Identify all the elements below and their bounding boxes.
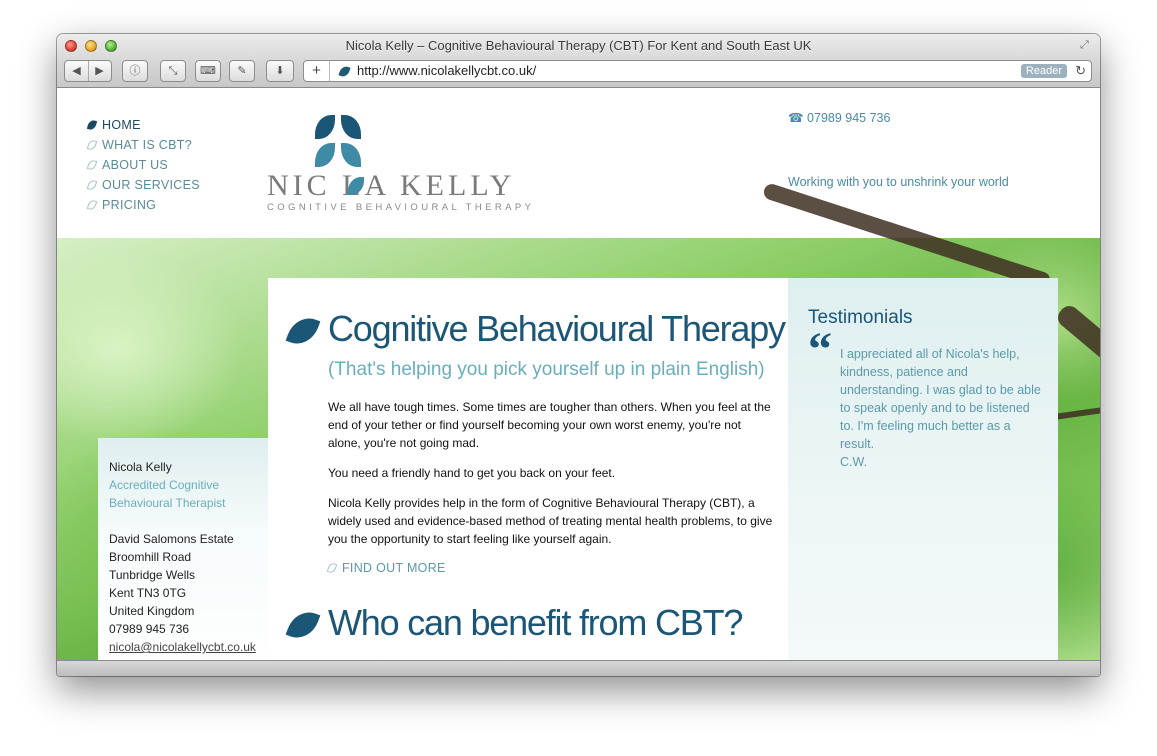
- contact-role: Accredited Cognitive: [109, 478, 220, 492]
- leaf-bullet-icon: [86, 199, 98, 211]
- logo-subtitle: COGNITIVE BEHAVIOURAL THERAPY: [267, 202, 535, 213]
- status-bar: [57, 660, 1100, 676]
- page-subheading: (That's helping you pick yourself up in …: [328, 359, 765, 380]
- testimonial-quote: I appreciated all of Nicola's help, kind…: [840, 345, 1045, 471]
- section-heading: Who can benefit from CBT?: [328, 602, 743, 643]
- heading-leaf-icon: [285, 606, 321, 644]
- address-line: Broomhill Road: [109, 550, 192, 564]
- header-phone[interactable]: ☎ 07989 945 736: [788, 110, 890, 125]
- address-line: David Salomons Estate: [109, 532, 234, 546]
- leaf-bullet-icon: [86, 119, 98, 131]
- branch: [761, 182, 1053, 290]
- intro-paragraph: Nicola Kelly provides help in the form o…: [328, 496, 773, 546]
- logo-leaf-icon: [315, 115, 335, 139]
- url-text[interactable]: http://www.nicolakellycbt.co.uk/: [357, 61, 536, 81]
- nav-item-pricing[interactable]: PRICING: [86, 195, 200, 215]
- intro-paragraph: We all have tough times. Some times are …: [328, 400, 771, 450]
- logo-leaf-icon: [315, 143, 335, 167]
- testimonial-author: C.W.: [840, 455, 868, 469]
- contact-phone: 07989 945 736: [109, 622, 190, 636]
- contact-email-link[interactable]: nicola@nicolakellycbt.co.uk: [109, 640, 256, 654]
- new-tab-button[interactable]: +: [304, 61, 330, 81]
- window-title: Nicola Kelly – Cognitive Behavioural The…: [345, 38, 812, 53]
- leaf-bullet-icon: [86, 139, 98, 151]
- logo-leaf-icon: [341, 115, 361, 139]
- browser-window: Nicola Kelly – Cognitive Behavioural The…: [57, 34, 1100, 676]
- fullscreen-icon[interactable]: ⤢: [1080, 39, 1092, 51]
- address-line: United Kingdom: [109, 604, 195, 618]
- web-page: HOME WHAT IS CBT? ABOUT US OUR SERVICES …: [57, 89, 1100, 660]
- contact-panel: Nicola Kelly Accredited Cognitive Behavi…: [98, 438, 268, 660]
- testimonial-text: I appreciated all of Nicola's help, kind…: [840, 347, 1041, 451]
- leaf-bullet-icon: [326, 562, 338, 574]
- quote-mark-icon: “: [808, 323, 832, 376]
- download-button[interactable]: ⬇: [266, 60, 294, 82]
- main-nav: HOME WHAT IS CBT? ABOUT US OUR SERVICES …: [86, 115, 200, 215]
- forward-arrow-icon[interactable]: ▶: [89, 61, 111, 81]
- address-line: Tunbridge Wells: [109, 568, 196, 582]
- info-button[interactable]: ⓘ: [122, 60, 148, 82]
- nav-item-home[interactable]: HOME: [86, 115, 200, 135]
- site-logo[interactable]: NIC LA KELLY COGNITIVE BEHAVIOURAL THERA…: [267, 113, 547, 213]
- reload-icon[interactable]: ↻: [1075, 61, 1086, 81]
- site-favicon-icon: [338, 64, 351, 79]
- logo-leaf-icon: [341, 143, 361, 167]
- title-bar: Nicola Kelly – Cognitive Behavioural The…: [57, 34, 1100, 88]
- edit-button[interactable]: ✎: [229, 60, 255, 82]
- nav-item-what-is-cbt[interactable]: WHAT IS CBT?: [86, 135, 200, 155]
- logo-wordmark: NIC LA KELLY: [267, 169, 516, 202]
- heading-leaf-icon: [285, 312, 321, 350]
- back-forward-buttons: ◀ ▶: [64, 60, 112, 82]
- main-content: Cognitive Behavioural Therapy (That's he…: [268, 278, 788, 660]
- address-line: Kent TN3 0TG: [109, 586, 187, 600]
- branch: [1053, 302, 1100, 396]
- leaf-bullet-icon: [86, 179, 98, 191]
- address-bar[interactable]: + http://www.nicolakellycbt.co.uk/ Reade…: [303, 60, 1092, 82]
- nav-item-our-services[interactable]: OUR SERVICES: [86, 175, 200, 195]
- page-heading: Cognitive Behavioural Therapy: [328, 308, 786, 349]
- resize-button[interactable]: ⤡: [160, 60, 186, 82]
- find-out-more-link[interactable]: FIND OUT MORE: [326, 561, 446, 575]
- contact-name: Nicola Kelly: [109, 460, 172, 474]
- reader-button[interactable]: Reader: [1020, 64, 1067, 78]
- contact-role: Behavioural Therapist: [109, 496, 226, 510]
- intro-paragraph: You need a friendly hand to get you back…: [328, 466, 616, 480]
- back-arrow-icon[interactable]: ◀: [66, 61, 88, 81]
- nav-item-about-us[interactable]: ABOUT US: [86, 155, 200, 175]
- leaf-bullet-icon: [86, 159, 98, 171]
- testimonials-panel: Testimonials “ I appreciated all of Nico…: [788, 278, 1058, 660]
- keyboard-button[interactable]: ⌨: [195, 60, 221, 82]
- header-tagline: Working with you to unshrink your world: [788, 175, 1009, 189]
